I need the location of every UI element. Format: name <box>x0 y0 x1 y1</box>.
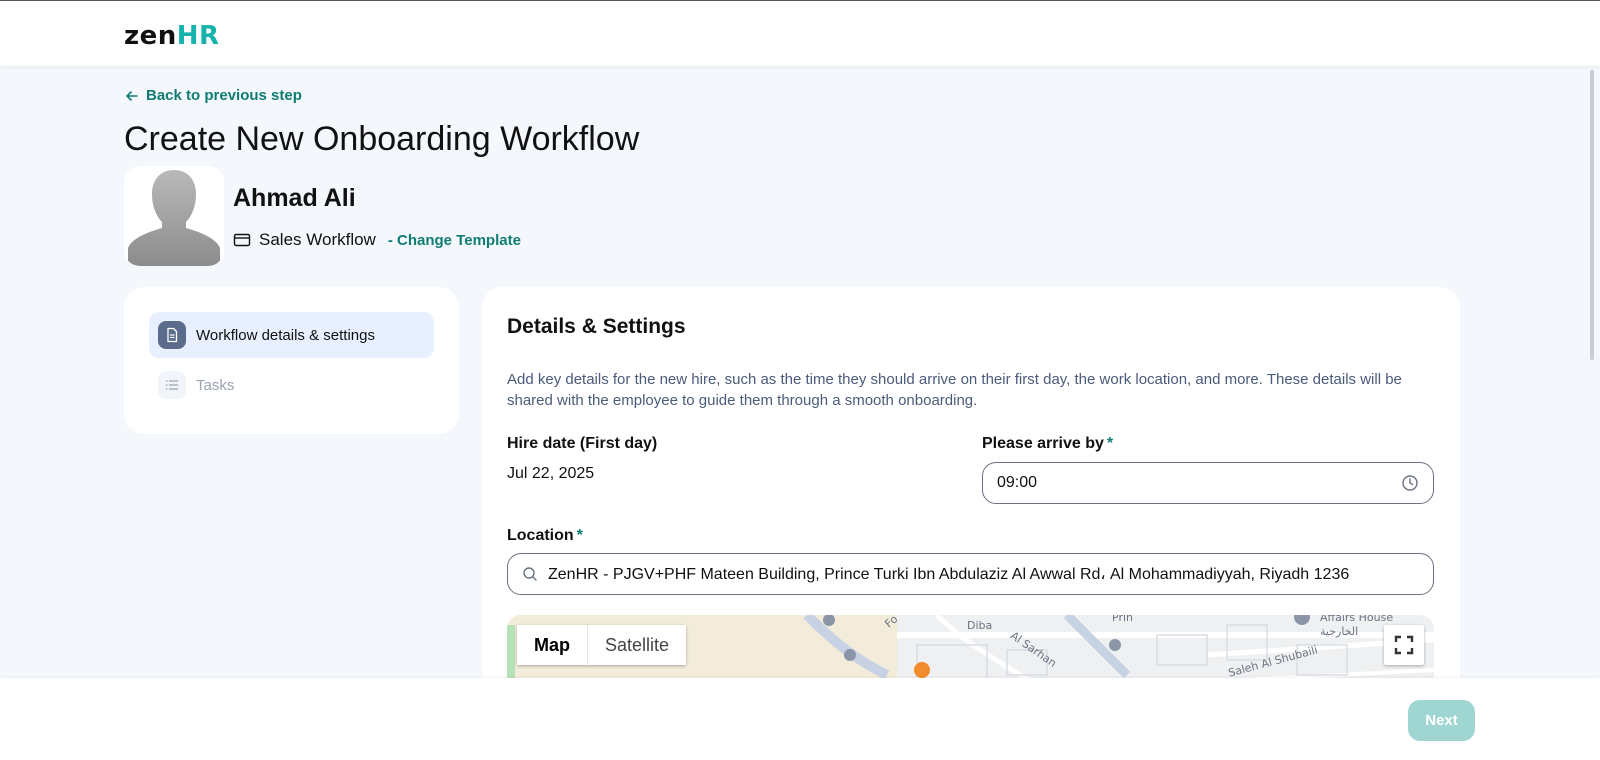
arrow-left-icon <box>126 90 138 101</box>
change-template-link[interactable]: - Change Template <box>388 232 521 249</box>
top-header: zenHR <box>0 0 1600 66</box>
section-description: Add key details for the new hire, such a… <box>507 371 1402 409</box>
clock-icon[interactable] <box>1401 474 1419 492</box>
logo-text-zen: zen <box>124 21 177 51</box>
user-silhouette-icon <box>124 166 224 266</box>
template-row: Sales Workflow - Change Template <box>233 230 521 250</box>
steps-sidebar: Workflow details & settings Tasks <box>124 287 459 434</box>
satellite-view-button[interactable]: Satellite <box>588 625 687 665</box>
location-value: ZenHR - PJGV+PHF Mateen Building, Prince… <box>548 566 1350 583</box>
employee-name: Ahmad Ali <box>233 184 356 212</box>
footer-bar: Next <box>0 678 1600 760</box>
avatar <box>124 166 224 266</box>
fullscreen-button[interactable] <box>1384 625 1424 665</box>
hire-date-label: Hire date (First day) <box>507 435 658 452</box>
location-input[interactable]: ZenHR - PJGV+PHF Mateen Building, Prince… <box>507 553 1434 595</box>
required-mark: * <box>576 527 583 544</box>
search-icon <box>523 567 537 581</box>
map-street-label: Affairs House <box>1320 615 1394 624</box>
fullscreen-icon <box>1394 635 1414 655</box>
step-label: Workflow details & settings <box>196 326 375 344</box>
step-workflow-details[interactable]: Workflow details & settings <box>149 312 434 358</box>
document-icon <box>158 321 186 349</box>
list-icon <box>158 371 186 399</box>
location-label: Location * <box>507 527 583 544</box>
arrive-time-input[interactable]: 09:00 <box>982 462 1434 504</box>
step-tasks[interactable]: Tasks <box>149 362 434 408</box>
next-button[interactable]: Next <box>1408 700 1475 741</box>
logo-text-hr: HR <box>176 21 220 51</box>
hire-date-value: Jul 22, 2025 <box>507 465 595 482</box>
template-name: Sales Workflow <box>259 230 376 249</box>
map-type-toggle: Map Satellite <box>517 625 687 665</box>
section-title: Details & Settings <box>507 315 686 338</box>
arrive-by-label: Please arrive by * <box>982 435 1114 452</box>
map-street-label: Prin <box>1112 615 1133 624</box>
map-street-label: الخارجية <box>1320 625 1359 638</box>
map-street-label: Diba <box>967 619 993 632</box>
zenhr-logo[interactable]: zenHR <box>124 21 220 51</box>
arrive-time-value: 09:00 <box>997 474 1038 491</box>
page-scrollbar[interactable] <box>1590 70 1594 360</box>
page-title: Create New Onboarding Workflow <box>124 120 640 158</box>
step-label: Tasks <box>196 376 235 394</box>
map-view-button[interactable]: Map <box>517 625 588 665</box>
back-to-previous-step-link[interactable]: Back to previous step <box>124 87 302 104</box>
required-mark: * <box>1106 435 1114 452</box>
back-link-label: Back to previous step <box>146 87 302 104</box>
card-icon <box>233 233 251 247</box>
